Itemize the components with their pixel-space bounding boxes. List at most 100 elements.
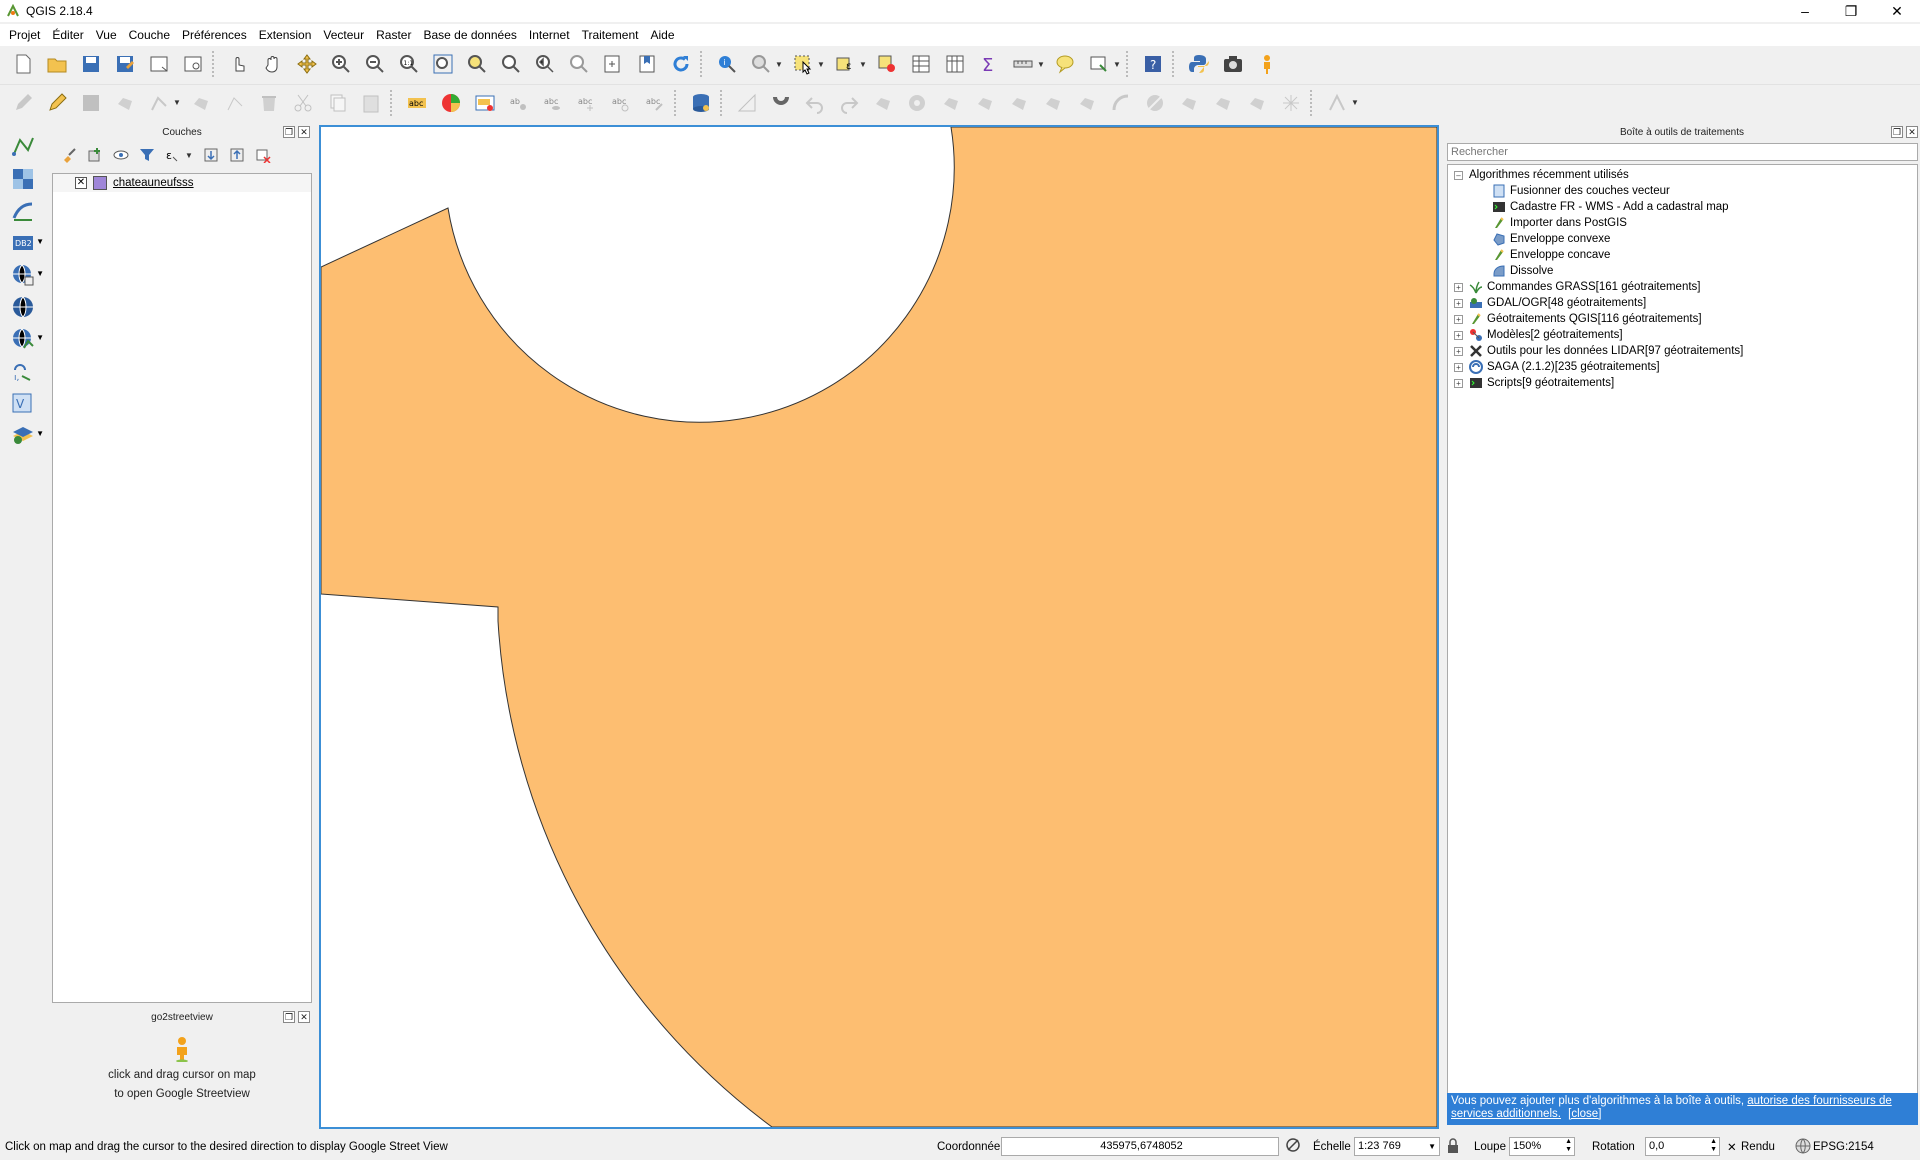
toggle-extents-icon[interactable] xyxy=(1285,1137,1301,1153)
python-console-button[interactable] xyxy=(1185,50,1213,78)
layer-symbol-swatch[interactable] xyxy=(93,176,107,190)
expand-icon[interactable]: + xyxy=(1454,346,1463,356)
expand-icon[interactable]: + xyxy=(1454,282,1463,292)
close-panel-icon[interactable]: ✕ xyxy=(1906,126,1918,138)
delete-ring-button[interactable] xyxy=(1005,89,1033,117)
close-info-link[interactable]: [close] xyxy=(1568,1108,1601,1120)
remove-layer-button[interactable] xyxy=(252,144,274,166)
chevron-down-icon[interactable]: ▼ xyxy=(36,333,44,342)
tree-group-recent[interactable]: – Algorithmes récemment utilisés xyxy=(1448,167,1917,183)
collapse-icon[interactable]: – xyxy=(1454,170,1463,180)
render-checkbox[interactable]: ✕ xyxy=(1727,1140,1737,1154)
expand-icon[interactable]: + xyxy=(1454,378,1463,388)
layer-name[interactable]: chateauneufsss xyxy=(113,177,194,189)
measure-button[interactable] xyxy=(1009,50,1037,78)
split-parts-button[interactable] xyxy=(1175,89,1203,117)
crs-globe-icon[interactable] xyxy=(1795,1138,1811,1154)
menu-preferences[interactable]: Préférences xyxy=(176,24,253,46)
save-project-button[interactable] xyxy=(77,50,105,78)
filter-expression-button[interactable]: ε xyxy=(162,144,184,166)
zoom-to-selection-button[interactable] xyxy=(463,50,491,78)
snapping-magnet-button[interactable] xyxy=(767,89,795,117)
pegman-icon[interactable] xyxy=(173,1036,191,1062)
manage-visibility-button[interactable] xyxy=(110,144,132,166)
float-panel-icon[interactable]: ❐ xyxy=(283,1011,295,1023)
chevron-down-icon[interactable]: ▼ xyxy=(173,98,181,107)
zoom-to-layer-button[interactable] xyxy=(497,50,525,78)
minimize-icon[interactable]: – xyxy=(1782,0,1828,22)
expand-icon[interactable]: + xyxy=(1454,298,1463,308)
fill-ring-button[interactable] xyxy=(971,89,999,117)
expand-icon[interactable]: + xyxy=(1454,362,1463,372)
processing-search-input[interactable]: Rechercher xyxy=(1447,143,1918,161)
chevron-down-icon[interactable]: ▼ xyxy=(1037,60,1045,69)
coordinate-field[interactable]: 435975,6748052 xyxy=(1001,1137,1279,1156)
add-group-button[interactable] xyxy=(84,144,106,166)
layer-item[interactable]: ✕ chateauneufsss xyxy=(53,174,311,192)
chevron-down-icon[interactable]: ▼ xyxy=(817,60,825,69)
field-calculator-button[interactable] xyxy=(941,50,969,78)
crs-label[interactable]: EPSG:2154 xyxy=(1813,1141,1874,1153)
undo-button[interactable] xyxy=(801,89,829,117)
add-raster-layer-button[interactable] xyxy=(4,163,44,195)
attribute-table-button[interactable] xyxy=(907,50,935,78)
tree-group-scripts[interactable]: + Scripts[9 géotraitements] xyxy=(1448,375,1917,391)
expand-icon[interactable]: + xyxy=(1454,330,1463,340)
show-hide-labels-button[interactable]: abc xyxy=(539,89,567,117)
map-canvas[interactable] xyxy=(319,125,1439,1129)
delete-part-button[interactable] xyxy=(1039,89,1067,117)
add-vector-layer-button[interactable] xyxy=(4,131,44,163)
menu-vue[interactable]: Vue xyxy=(90,24,123,46)
chevron-down-icon[interactable]: ▼ xyxy=(859,60,867,69)
add-virtual-layer-button[interactable]: V xyxy=(4,387,44,419)
chevron-down-icon[interactable]: ▼ xyxy=(36,429,44,438)
layer-labeling-button[interactable]: abc xyxy=(403,89,431,117)
delete-selected-button[interactable] xyxy=(255,89,283,117)
split-features-button[interactable] xyxy=(1141,89,1169,117)
tree-item[interactable]: Importer dans PostGIS xyxy=(1448,215,1917,231)
merge-attributes-button[interactable] xyxy=(1243,89,1271,117)
spin-arrows-icon[interactable]: ▲ ▼ xyxy=(1710,1138,1717,1154)
chevron-down-icon[interactable]: ▼ xyxy=(185,151,193,160)
add-wms-layer-button[interactable]: ▼ xyxy=(4,259,44,291)
add-wcs-layer-button[interactable] xyxy=(4,291,44,323)
add-delimited-text-button[interactable]: ı, xyxy=(4,355,44,387)
menu-vecteur[interactable]: Vecteur xyxy=(317,24,370,46)
restore-icon[interactable]: ❐ xyxy=(1828,0,1874,22)
toggle-editing-button[interactable] xyxy=(43,89,71,117)
float-panel-icon[interactable]: ❐ xyxy=(1891,126,1903,138)
change-label-button[interactable]: abc xyxy=(641,89,669,117)
rotation-spinbox[interactable]: 0,0 ▲ ▼ xyxy=(1645,1137,1720,1156)
float-panel-icon[interactable]: ❐ xyxy=(283,126,295,138)
chevron-down-icon[interactable]: ▼ xyxy=(36,269,44,278)
menu-projet[interactable]: Projet xyxy=(3,24,46,46)
annotation-button[interactable] xyxy=(1085,50,1113,78)
pan-to-selection-button[interactable] xyxy=(293,50,321,78)
db-manager-button[interactable] xyxy=(687,89,715,117)
identify-button[interactable]: i xyxy=(713,50,741,78)
advanced-digitizing-button[interactable] xyxy=(1323,89,1351,117)
pan-map-button[interactable] xyxy=(259,50,287,78)
save-as-button[interactable] xyxy=(111,50,139,78)
filter-legend-button[interactable] xyxy=(136,144,158,166)
new-print-composer-button[interactable] xyxy=(145,50,173,78)
rotate-label-button[interactable]: abc xyxy=(607,89,635,117)
chevron-down-icon[interactable]: ▼ xyxy=(1351,98,1359,107)
spin-arrows-icon[interactable]: ▲ ▼ xyxy=(1565,1138,1572,1154)
chevron-down-icon[interactable]: ▼ xyxy=(775,60,783,69)
zoom-full-button[interactable] xyxy=(429,50,457,78)
highlight-labels-button[interactable] xyxy=(471,89,499,117)
help-button[interactable]: ? xyxy=(1139,50,1167,78)
composer-manager-button[interactable] xyxy=(179,50,207,78)
collapse-all-button[interactable] xyxy=(226,144,248,166)
tree-group-lidar[interactable]: + Outils pour les données LIDAR[97 géotra… xyxy=(1448,343,1917,359)
layer-diagram-button[interactable] xyxy=(437,89,465,117)
layer-visibility-checkbox[interactable]: ✕ xyxy=(75,177,87,189)
offset-curve-button[interactable] xyxy=(1107,89,1135,117)
chevron-down-icon[interactable]: ▼ xyxy=(1113,60,1121,69)
move-label-button[interactable]: abc xyxy=(573,89,601,117)
menu-internet[interactable]: Internet xyxy=(523,24,576,46)
tree-group-models[interactable]: + Modèles[2 géotraitements] xyxy=(1448,327,1917,343)
paste-features-button[interactable] xyxy=(357,89,385,117)
magnifier-spinbox[interactable]: 150% ▲ ▼ xyxy=(1509,1137,1575,1156)
